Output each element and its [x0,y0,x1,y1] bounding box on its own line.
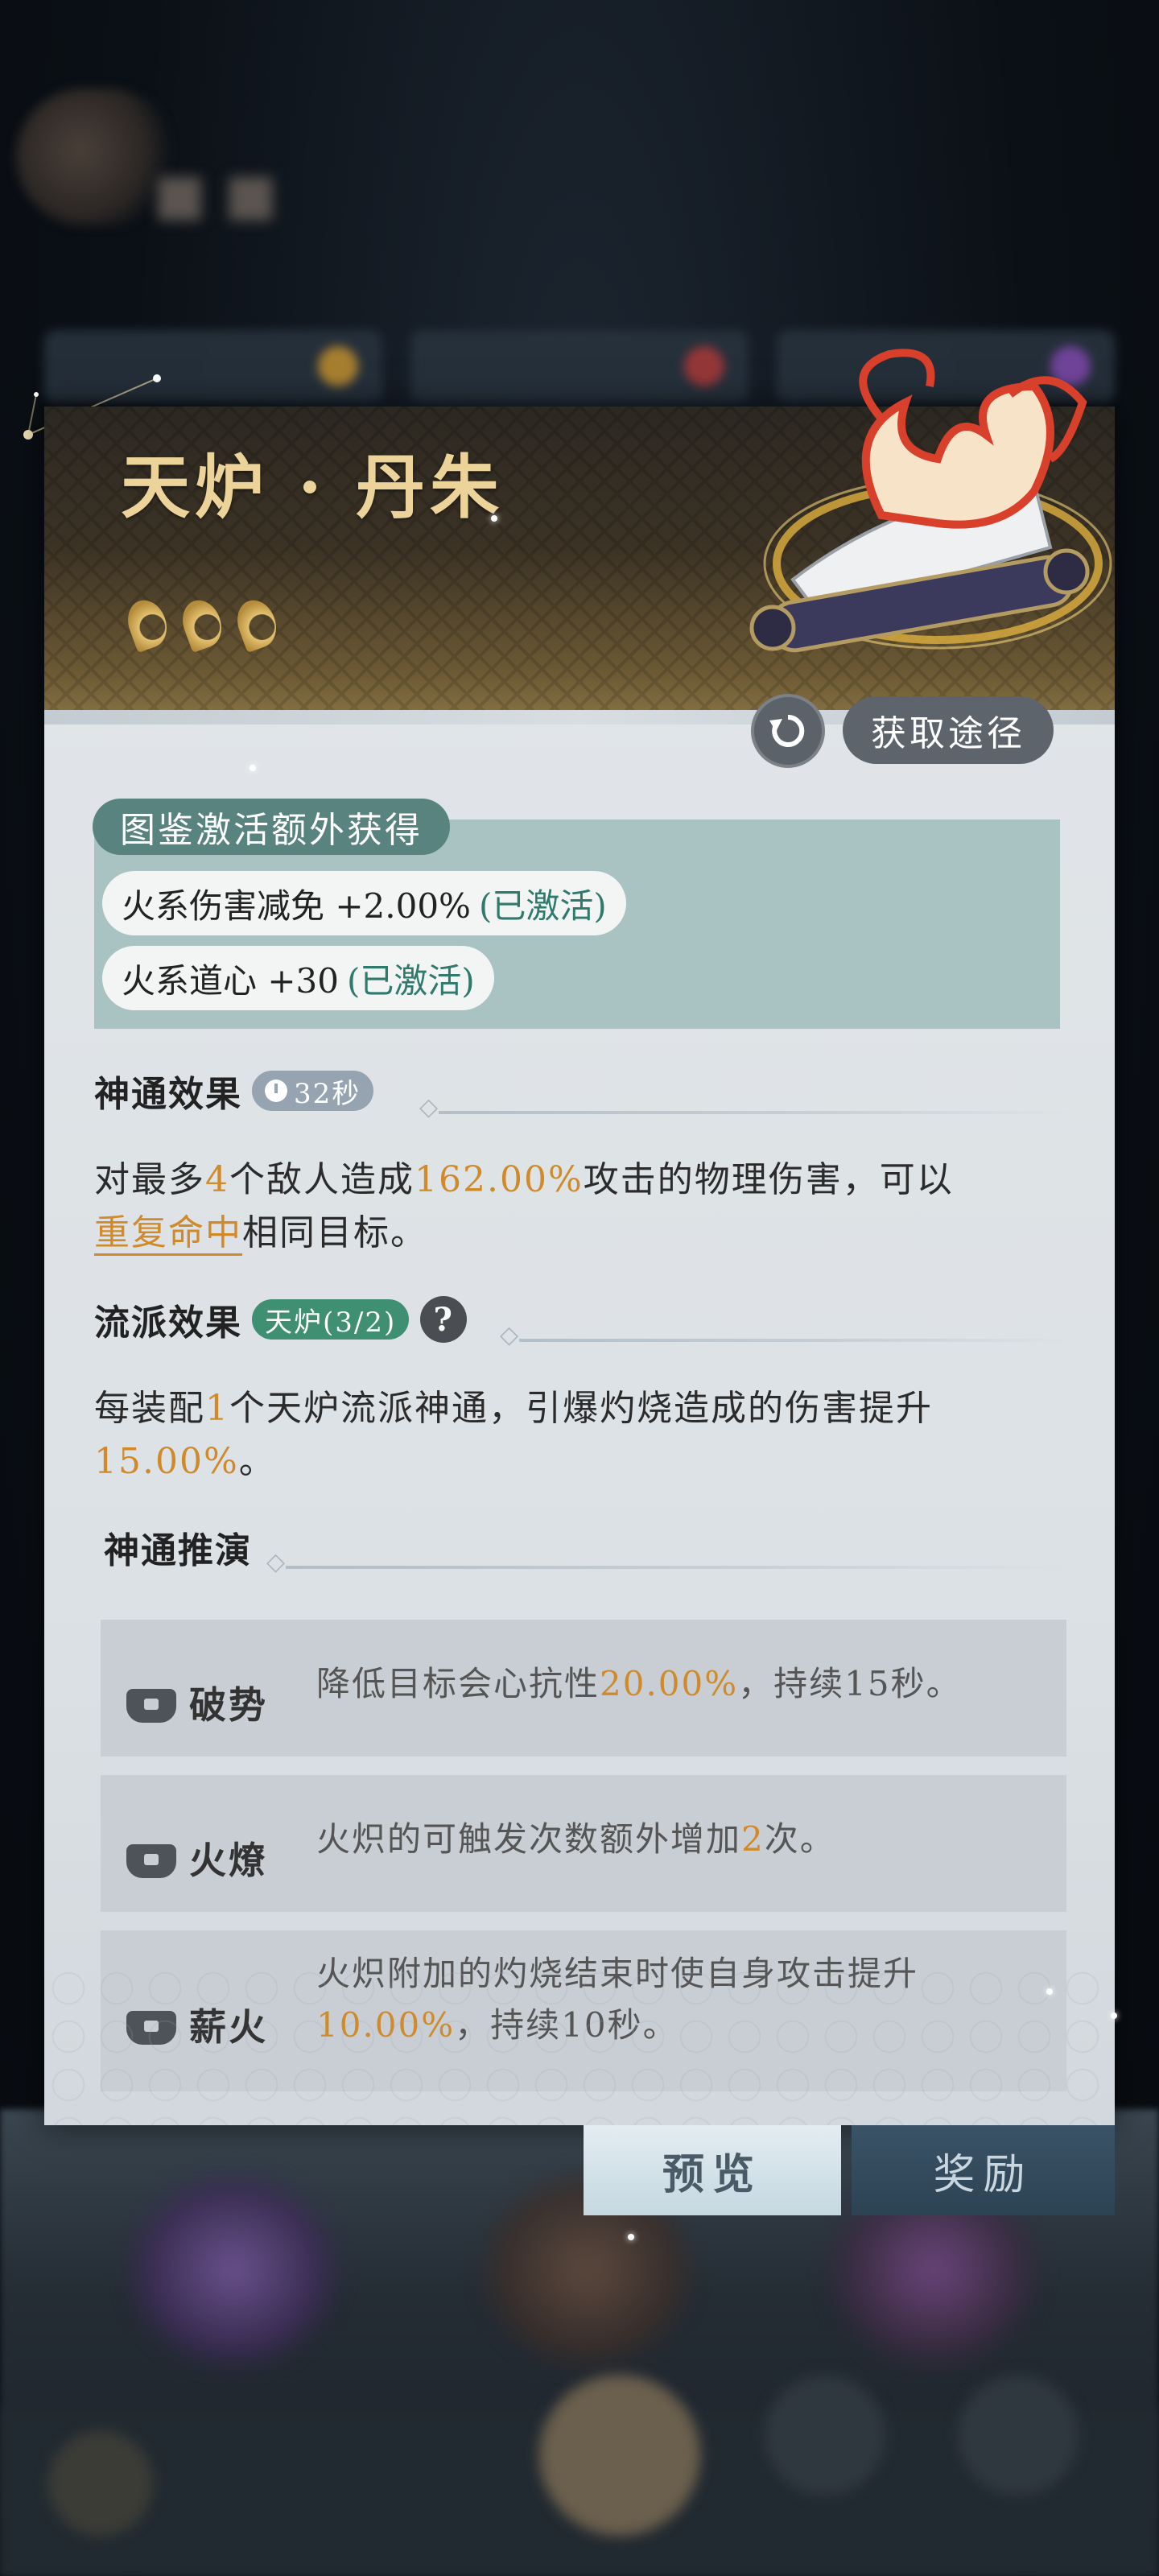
refresh-button[interactable] [751,694,825,768]
background-button [765,2375,885,2496]
background-emblem [539,2375,700,2536]
tab-preview[interactable]: 预览 [584,2125,841,2215]
activation-row: 火系道心 +30 (已激活) [102,946,494,1010]
cooldown-badge: 32秒 [252,1071,374,1111]
background-blurred-title: ■ ■ [153,161,278,227]
evolution-row: 破势 降低目标会心抗性20.00%，持续15秒。 [101,1620,1066,1757]
section-divider [419,1093,1074,1121]
school-effect-section-title: 流派效果 天炉(3/2) ? [94,1294,468,1345]
background-figure [129,2174,338,2367]
quality-mark-icon [231,594,283,654]
tab-reward[interactable]: 奖励 [852,2125,1115,2215]
help-button[interactable]: ? [420,1296,468,1343]
item-detail-panel: 天炉 · 丹朱 获取途径 图鉴激活额外获得 火系伤害减免 +2.00% (已激活… [44,349,1115,2125]
clock-icon [265,1080,287,1102]
quality-mark-icon [122,594,173,654]
skill-effect-description: 对最多4个敌人造成162.00%攻击的物理伤害，可以 重复命中相同目标。 [94,1154,1092,1260]
background-back-button [48,2431,153,2536]
activation-row: 火系伤害减免 +2.00% (已激活) [102,871,626,935]
obtain-path-button[interactable]: 获取途径 [843,696,1054,764]
school-count-badge: 天炉(3/2) [252,1299,410,1340]
skill-evolution-section-title: 神通推演 [104,1530,252,1571]
item-scroll-art [749,349,1112,653]
item-title: 天炉 · 丹朱 [121,447,504,528]
skill-effect-section-title: 神通效果 32秒 [94,1065,374,1117]
activation-bonus-tag: 图鉴激活额外获得 [93,799,450,855]
evolution-row: 火燎 火炽的可触发次数额外增加2次。 [101,1775,1066,1912]
activated-status: (已激活) [347,960,475,1001]
background-button [958,2375,1079,2496]
school-effect-description: 每装配1个天炉流派神通，引爆灼烧造成的伤害提升15.00%。 [94,1388,933,1482]
lock-icon [126,1844,176,1878]
quality-marks [122,594,283,654]
quality-mark-icon [176,594,228,654]
section-divider [266,1548,1074,1576]
activated-status: (已激活) [478,886,607,926]
repeat-hit-link[interactable]: 重复命中 [94,1212,242,1256]
refresh-icon [769,714,805,747]
lock-icon [126,1689,176,1723]
section-divider [500,1321,1074,1349]
